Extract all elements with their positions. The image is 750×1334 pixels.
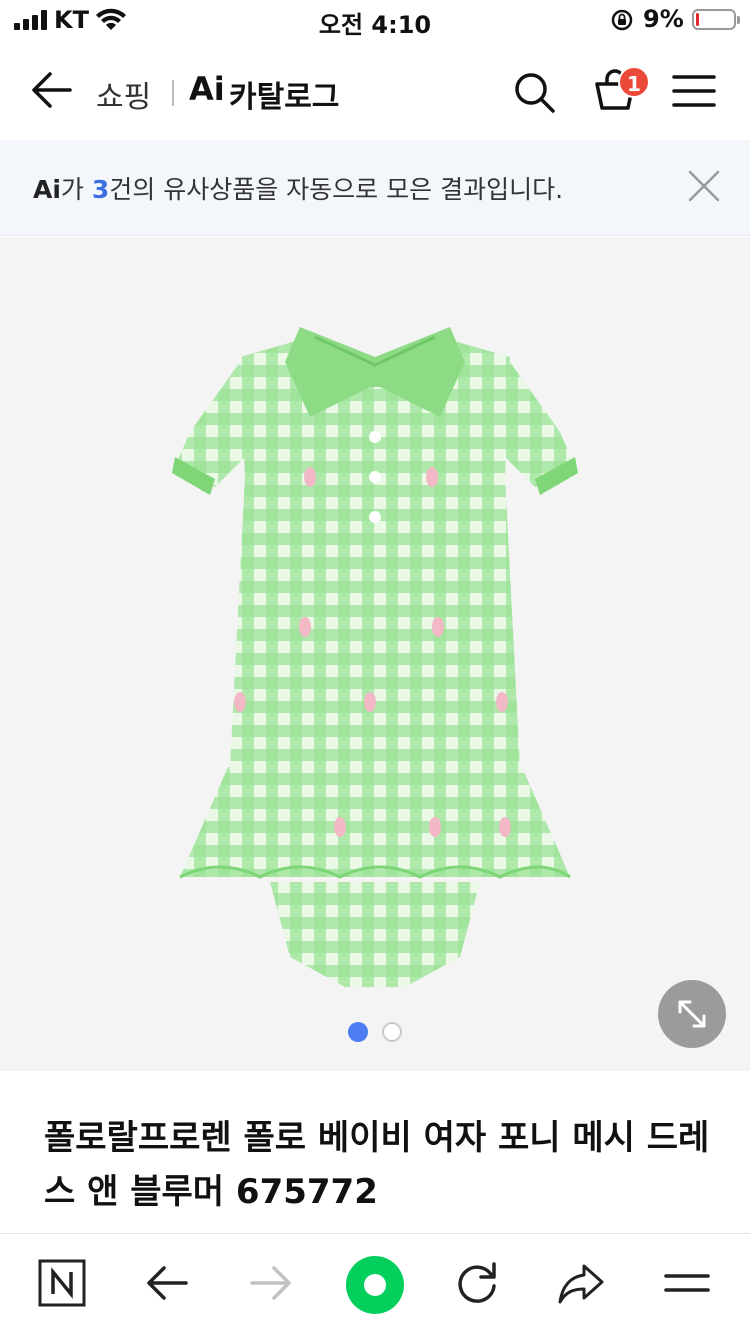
cart-count-badge: 1 [618,66,650,98]
carousel-dot-2[interactable] [382,1022,402,1042]
naver-n-icon[interactable] [37,1258,87,1308]
arrow-left-icon[interactable] [28,68,76,112]
share-icon[interactable] [556,1258,606,1308]
ai-notice-bar: Ai가 3건의 유사상품을 자동으로 모은 결과입니다. [0,140,750,236]
header-divider [172,80,174,106]
battery-level [696,13,699,26]
battery-percent: 9% [643,5,684,33]
product-image-carousel[interactable] [0,237,750,1071]
product-info: 폴로랄프로렌 폴로 베이비 여자 포니 메시 드레스 앤 블루머 675772 [0,1071,750,1233]
notice-count: 3 [91,175,110,204]
reload-icon[interactable] [452,1258,502,1308]
ai-label: Ai [189,70,225,108]
close-icon[interactable] [684,166,724,206]
arrow-back-icon[interactable] [142,1258,192,1308]
green-gingham-polo-dress-image [172,327,578,987]
product-title: 폴로랄프로렌 폴로 베이비 여자 포니 메시 드레스 앤 블루머 675772 [44,1118,710,1212]
battery-icon [692,9,740,30]
expand-arrows-icon[interactable] [658,980,726,1048]
app-header: 쇼핑 Ai 카탈로그 1 [0,46,750,138]
notice-suffix: 건의 유사상품을 자동으로 모은 결과입니다. [109,175,564,204]
browser-toolbar [0,1233,750,1334]
status-bar: KT 오전 4:10 9% [0,0,750,40]
section-title-shopping[interactable]: 쇼핑 [96,72,151,116]
page-title: 카탈로그 [229,80,340,115]
hamburger-menu-icon[interactable] [672,73,716,109]
carousel-dot-1[interactable] [348,1022,368,1042]
ai-notice-text: Ai가 3건의 유사상품을 자동으로 모은 결과입니다. [33,170,563,206]
home-circle-icon[interactable] [346,1256,404,1314]
arrow-forward-icon[interactable] [246,1258,296,1308]
notice-ai-label: Ai [33,175,61,204]
notice-prefix: 가 [60,175,92,204]
menu-lines-icon[interactable] [662,1258,712,1308]
search-icon[interactable] [512,70,556,114]
status-time: 오전 4:10 [318,11,432,39]
rotation-lock-icon [611,9,633,31]
